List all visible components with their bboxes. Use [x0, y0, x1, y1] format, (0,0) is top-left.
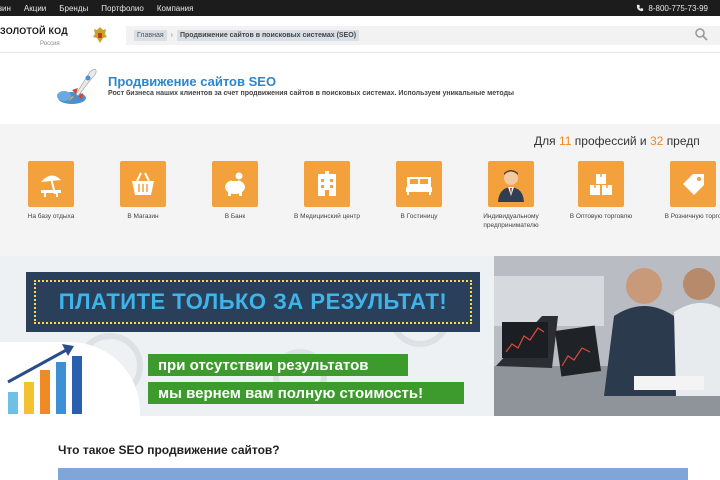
profession-label: В Банк — [224, 213, 246, 220]
heading-middle: профессий и — [574, 134, 647, 148]
top-nav-links: азин Акции Бренды Портфолио Компания — [0, 4, 193, 13]
tag-icon — [670, 161, 716, 207]
heading-prefix: Для — [534, 134, 556, 148]
banner-graphic-area: ПЛАТИТЕ ТОЛЬКО ЗА РЕЗУЛЬТАТ! при отсутст… — [0, 256, 494, 416]
profession-label: В Медицинский центр — [293, 213, 361, 220]
nav-brands[interactable]: Бренды — [59, 4, 88, 13]
profession-tile[interactable]: Индивидуальному предпринимателю — [466, 161, 556, 230]
banner-photo — [494, 256, 720, 416]
banner-headline-frame: ПЛАТИТЕ ТОЛЬКО ЗА РЕЗУЛЬТАТ! — [34, 280, 472, 324]
profession-label: В Оптовую торговлю — [569, 213, 633, 220]
profession-tile[interactable]: В Оптовую торговлю — [556, 161, 646, 221]
heading-suffix: предп — [666, 134, 700, 148]
beach-icon — [28, 161, 74, 207]
search-icon[interactable] — [694, 27, 708, 41]
professions-section: Для 11 профессий и 32 предп На базу отды… — [0, 124, 720, 256]
breadcrumb-current: Продвижение сайтов в поисковых системах … — [177, 30, 360, 41]
boxes-icon — [578, 161, 624, 207]
profession-tile[interactable]: В Гостиницу — [374, 161, 464, 221]
site-header: ЗОЛОТОЙ КОД Россия Главная › Продвижение… — [0, 16, 720, 53]
profession-tile[interactable]: В Медицинский центр — [282, 161, 372, 221]
businessman-icon — [488, 161, 534, 207]
profession-tile[interactable]: На базу отдыха — [6, 161, 96, 221]
growth-chart-icon — [7, 344, 82, 414]
nav-promotions[interactable]: Акции — [24, 4, 46, 13]
coat-of-arms-icon — [93, 27, 107, 43]
profession-label: В Магазин — [127, 213, 159, 220]
site-logo[interactable]: ЗОЛОТОЙ КОД — [0, 26, 68, 36]
nav-portfolio[interactable]: Портфолио — [101, 4, 144, 13]
business-meeting-photo — [494, 256, 720, 416]
top-nav: азин Акции Бренды Портфолио Компания 8-8… — [0, 0, 720, 16]
banner-headline-box: ПЛАТИТЕ ТОЛЬКО ЗА РЕЗУЛЬТАТ! — [26, 272, 480, 332]
professions-count: 11 — [558, 134, 572, 148]
profession-label: В Розничную торго — [664, 213, 720, 220]
section-content-bar — [58, 468, 688, 480]
hero-section: Продвижение сайтов SEO Рост бизнеса наши… — [0, 54, 720, 124]
banner-headline: ПЛАТИТЕ ТОЛЬКО ЗА РЕЗУЛЬТАТ! — [58, 289, 448, 314]
growth-chart-area — [0, 342, 140, 416]
phone-icon — [637, 4, 644, 12]
banner-line-2: мы вернем вам полную стоимость! — [148, 382, 464, 404]
professions-heading: Для 11 профессий и 32 предп — [534, 134, 700, 148]
nav-company[interactable]: Компания — [157, 4, 194, 13]
logo-subtitle: Россия — [40, 41, 60, 47]
breadcrumb: Главная › Продвижение сайтов в поисковых… — [126, 26, 720, 45]
profession-tile[interactable]: В Магазин — [98, 161, 188, 221]
breadcrumb-separator: › — [170, 32, 173, 39]
profession-label: В Гостиницу — [400, 213, 438, 220]
phone-number: 8-800-775-73-99 — [648, 3, 708, 13]
building-icon — [304, 161, 350, 207]
breadcrumb-home[interactable]: Главная — [134, 30, 167, 41]
phone-contact[interactable]: 8-800-775-73-99 — [636, 0, 708, 16]
basket-icon — [120, 161, 166, 207]
rocket-icon — [57, 69, 97, 104]
page-subtitle: Рост бизнеса наших клиентов за счет прод… — [108, 90, 514, 97]
piggybank-icon — [212, 161, 258, 207]
promo-banner[interactable]: ПЛАТИТЕ ТОЛЬКО ЗА РЕЗУЛЬТАТ! при отсутст… — [0, 256, 720, 416]
bed-icon — [396, 161, 442, 207]
nav-shop[interactable]: азин — [0, 4, 11, 13]
profession-label: Индивидуальному предпринимателю — [483, 213, 539, 229]
page-title: Продвижение сайтов SEO — [108, 74, 277, 89]
section-heading: Что такое SEO продвижение сайтов? — [58, 443, 280, 457]
banner-line-1: при отсутствии результатов — [148, 354, 408, 376]
profession-label: На базу отдыха — [27, 213, 75, 220]
profession-tile[interactable]: В Банк — [190, 161, 280, 221]
profession-tile[interactable]: В Розничную торго — [648, 161, 720, 221]
other-count: 32 — [649, 134, 664, 148]
